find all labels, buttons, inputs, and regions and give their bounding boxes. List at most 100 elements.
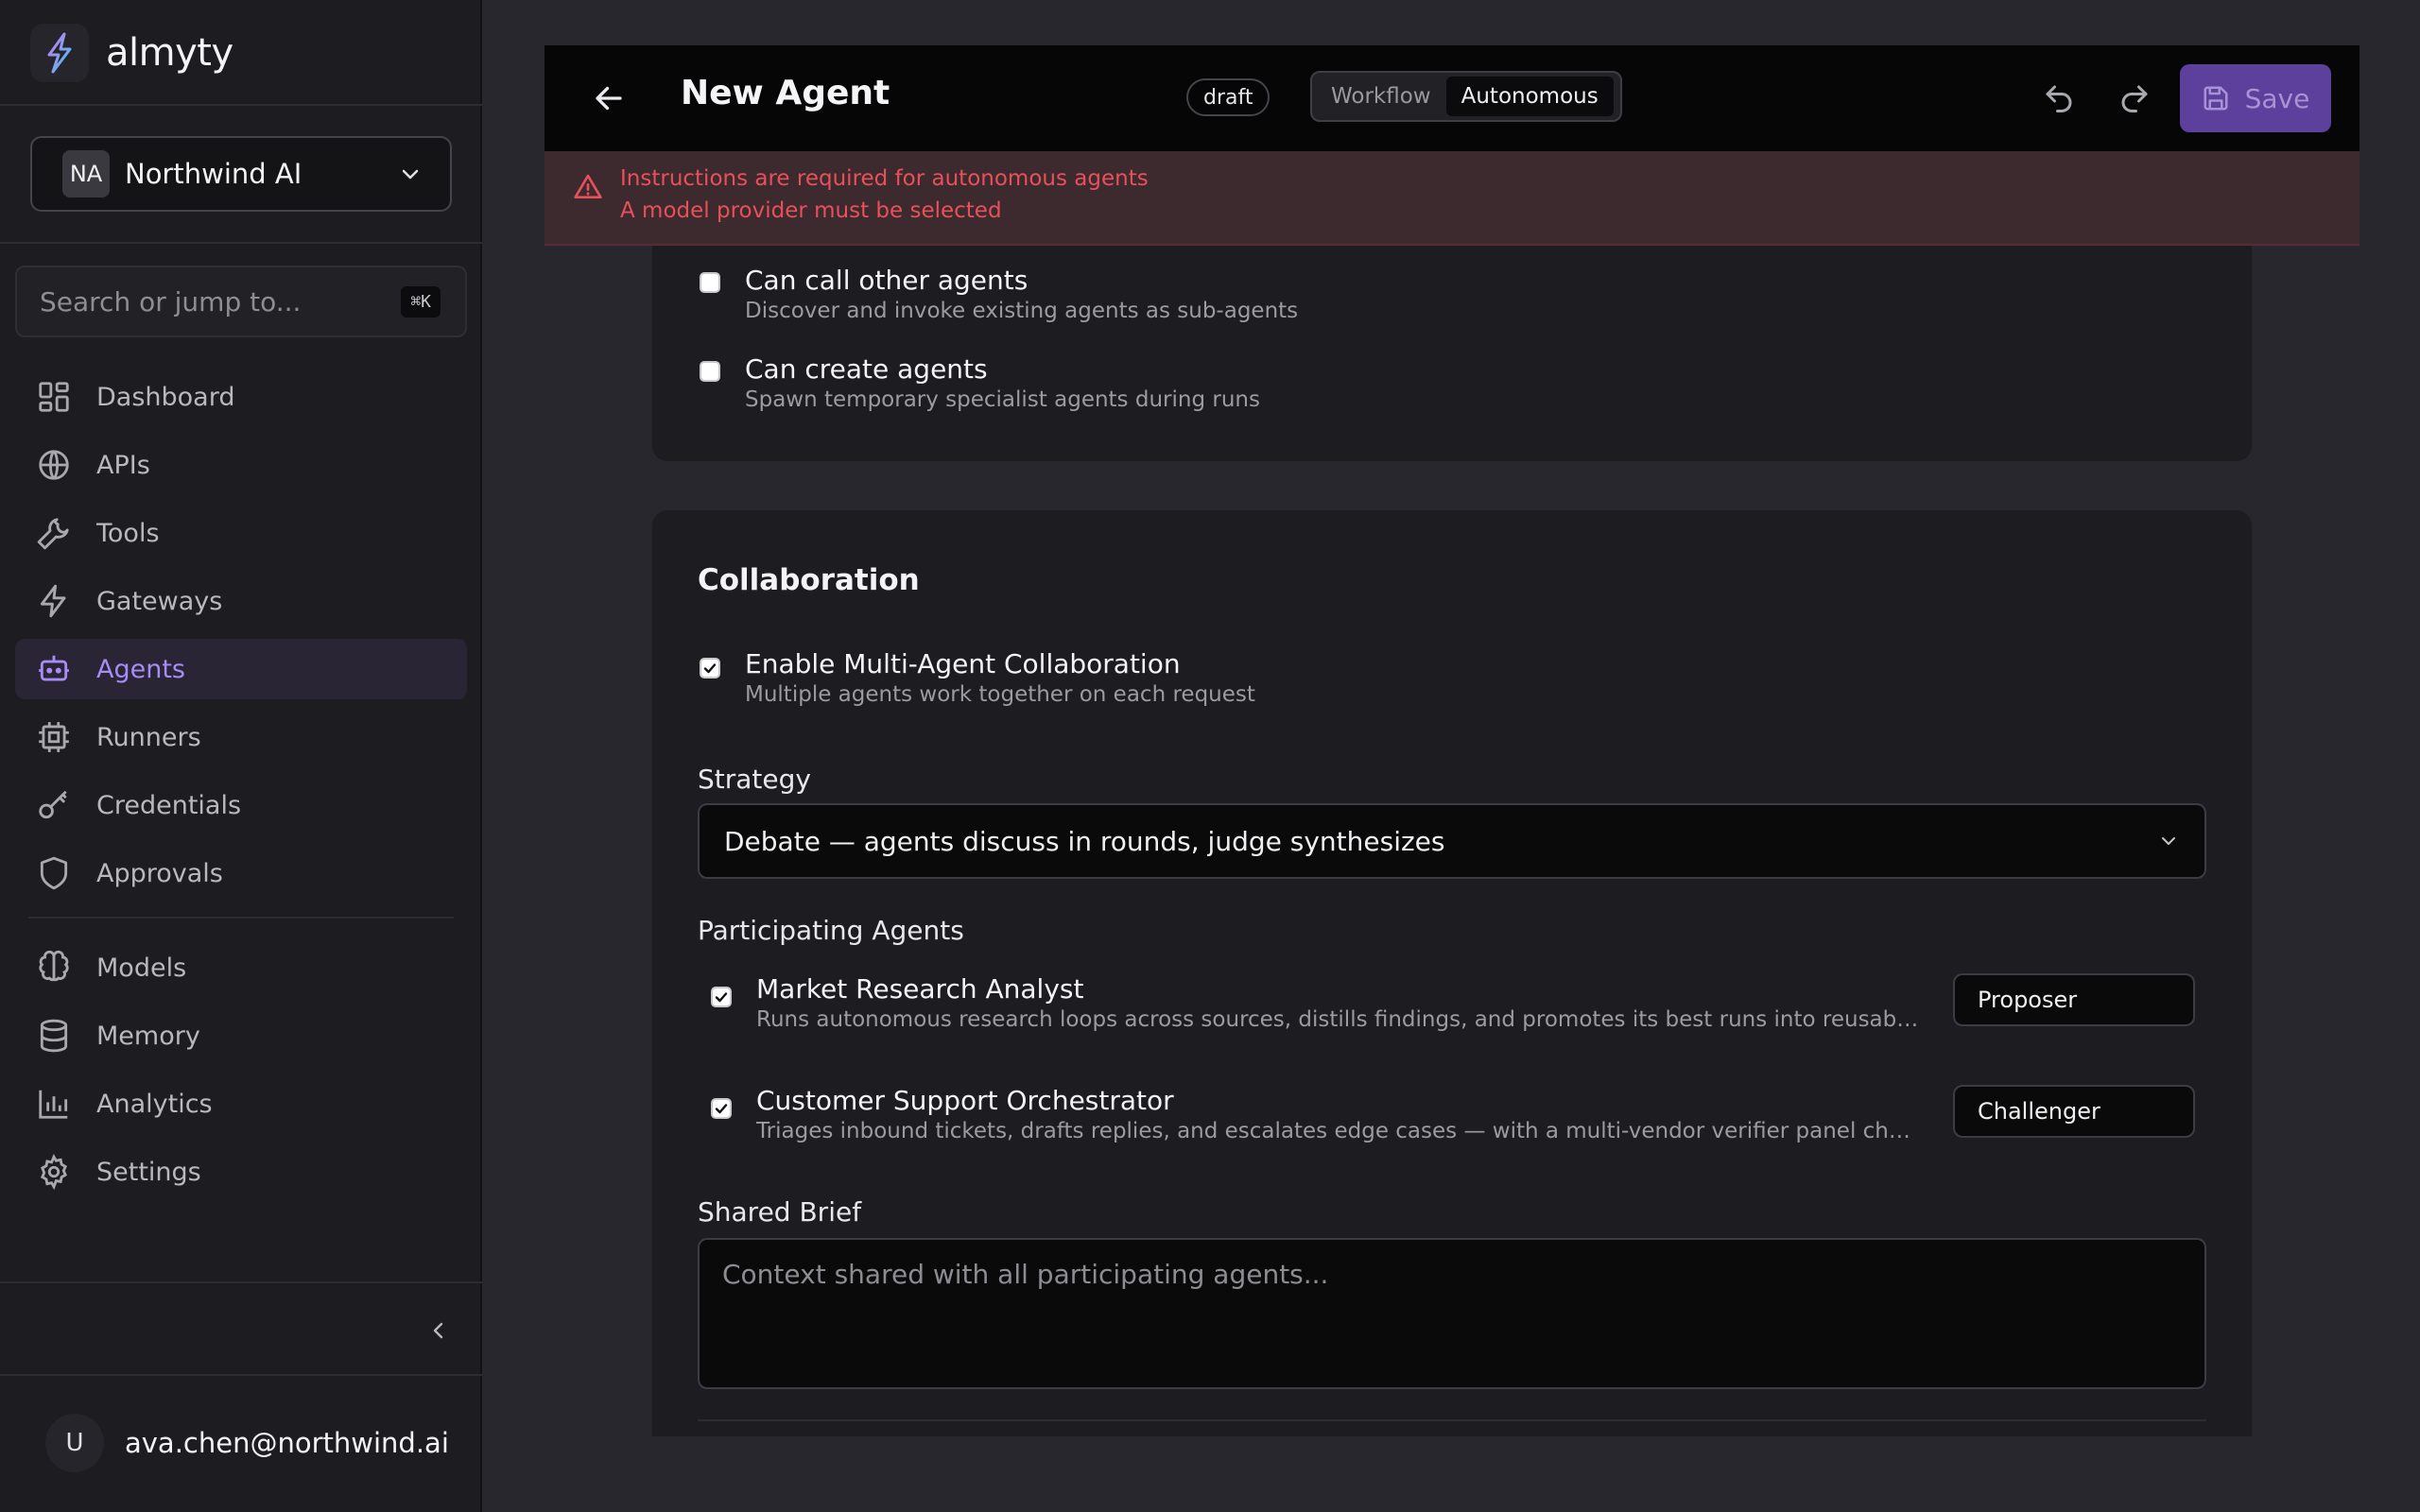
chevron-down-icon [2162,837,2175,845]
shared-brief-label: Shared Brief [698,1196,862,1228]
sidebar-item-label: Runners [96,722,201,752]
checkbox-checked[interactable] [711,1098,732,1119]
sidebar-item-label: Models [96,953,187,983]
lightning-icon [40,584,66,618]
org-name: Northwind AI [125,158,302,190]
dashboard-icon [39,382,69,412]
database-icon [40,1019,68,1053]
sidebar-nav: Dashboard APIs Tools Gateways Agents Run… [15,367,467,1210]
mode-toggle: Workflow Autonomous [1310,71,1622,122]
sidebar-item-credentials[interactable]: Credentials [15,775,467,835]
error-message: Instructions are required for autonomous… [620,166,1149,191]
sidebar-item-runners[interactable]: Runners [15,707,467,767]
divider [0,1281,482,1283]
search-placeholder: Search or jump to... [40,285,302,318]
org-avatar: NA [62,150,110,198]
checkbox-description: Spawn temporary specialist agents during… [745,387,1260,412]
participant-row: Market Research Analyst Runs autonomous … [711,973,2195,1049]
sidebar-item-apis[interactable]: APIs [15,435,467,495]
back-arrow-icon[interactable] [592,81,626,115]
strategy-value: Debate — agents discuss in rounds, judge… [724,825,1445,857]
sidebar: almyty NA Northwind AI Search or jump to… [0,0,482,1512]
status-badge: draft [1186,78,1270,116]
checkbox-can-call-agents[interactable]: Can call other agents Discover and invok… [700,265,1298,323]
brand[interactable]: almyty [30,23,233,83]
bar-chart-icon [39,1090,68,1119]
user-menu[interactable]: U ava.chen@northwind.ai [45,1414,449,1472]
nav-divider [28,917,454,919]
shared-brief-textarea[interactable]: Context shared with all participating ag… [698,1238,2206,1389]
divider [698,1419,2206,1421]
checkbox-enable-collaboration[interactable]: Enable Multi-Agent Collaboration Multipl… [700,648,1255,707]
sidebar-item-analytics[interactable]: Analytics [15,1074,467,1134]
check-icon [703,663,717,674]
sidebar-item-dashboard[interactable]: Dashboard [15,367,467,427]
validation-error-banner: Instructions are required for autonomous… [544,151,2360,246]
sidebar-item-tools[interactable]: Tools [15,503,467,563]
sidebar-item-label: Credentials [96,790,242,820]
sidebar-item-label: Settings [96,1157,201,1187]
checkbox-description: Discover and invoke existing agents as s… [745,299,1299,323]
sidebar-item-approvals[interactable]: Approvals [15,843,467,903]
chip-icon [39,722,69,752]
participant-description: Triages inbound tickets, drafts replies,… [756,1119,1919,1143]
shield-icon [40,856,68,890]
avatar: U [45,1414,104,1472]
checkbox-checked[interactable] [700,658,720,679]
checkbox[interactable] [700,361,720,382]
strategy-label: Strategy [698,764,811,795]
sidebar-item-models[interactable]: Models [15,937,467,998]
section-title: Collaboration [698,563,920,597]
warning-icon [574,174,602,198]
sidebar-item-label: Tools [96,518,160,548]
strategy-select[interactable]: Debate — agents discuss in rounds, judge… [698,803,2206,879]
almyty-logo-icon [30,24,89,82]
search-input[interactable]: Search or jump to... ⌘K [15,266,467,337]
mode-option-workflow[interactable]: Workflow [1316,77,1446,116]
mode-option-autonomous[interactable]: Autonomous [1445,77,1614,116]
participant-name: Market Research Analyst [756,973,1084,1005]
sidebar-item-settings[interactable]: Settings [15,1142,467,1202]
checkbox-label: Enable Multi-Agent Collaboration [745,648,1181,679]
participant-name: Customer Support Orchestrator [756,1085,1174,1116]
participant-row: Customer Support Orchestrator Triages in… [711,1085,2195,1160]
user-email: ava.chen@northwind.ai [125,1427,449,1459]
collapse-sidebar-button[interactable] [422,1314,456,1348]
sidebar-item-label: Analytics [96,1089,213,1119]
undo-icon[interactable] [2042,81,2076,115]
checkbox-can-create-agents[interactable]: Can create agents Spawn temporary specia… [700,353,1260,412]
divider [0,104,482,106]
checkbox-checked[interactable] [711,987,732,1007]
checkbox-label: Can create agents [745,353,988,385]
checkbox-label: Can call other agents [745,265,1028,296]
robot-icon [39,655,69,681]
app-name: almyty [106,31,233,75]
participant-description: Runs autonomous research loops across so… [756,1007,1919,1032]
org-switcher[interactable]: NA Northwind AI [30,136,452,212]
sidebar-item-label: Dashboard [96,382,235,412]
collaboration-card: Collaboration Enable Multi-Agent Collabo… [652,510,2252,1436]
wrench-icon [37,518,69,550]
checkbox-description: Multiple agents work together on each re… [745,682,1255,707]
sidebar-item-memory[interactable]: Memory [15,1005,467,1066]
checkbox[interactable] [700,272,720,293]
editor-header: New Agent draft Workflow Autonomous Save [544,45,2360,151]
save-button[interactable]: Save [2180,64,2331,132]
save-label: Save [2244,82,2310,114]
sidebar-item-label: APIs [96,450,150,480]
participant-role-input[interactable]: Challenger [1953,1085,2195,1138]
redo-icon[interactable] [2118,81,2152,115]
check-icon [715,992,728,1003]
gear-icon [41,1154,67,1190]
check-icon [715,1104,728,1114]
globe-icon [39,450,69,480]
sidebar-item-label: Gateways [96,586,223,616]
divider [0,1374,482,1376]
sidebar-item-label: Memory [96,1021,200,1051]
participants-label: Participating Agents [698,915,964,946]
participant-role-input[interactable]: Proposer [1953,973,2195,1026]
sidebar-item-label: Approvals [96,858,223,888]
sidebar-item-gateways[interactable]: Gateways [15,571,467,631]
chevron-down-icon [402,169,419,180]
sidebar-item-agents[interactable]: Agents [15,639,467,699]
